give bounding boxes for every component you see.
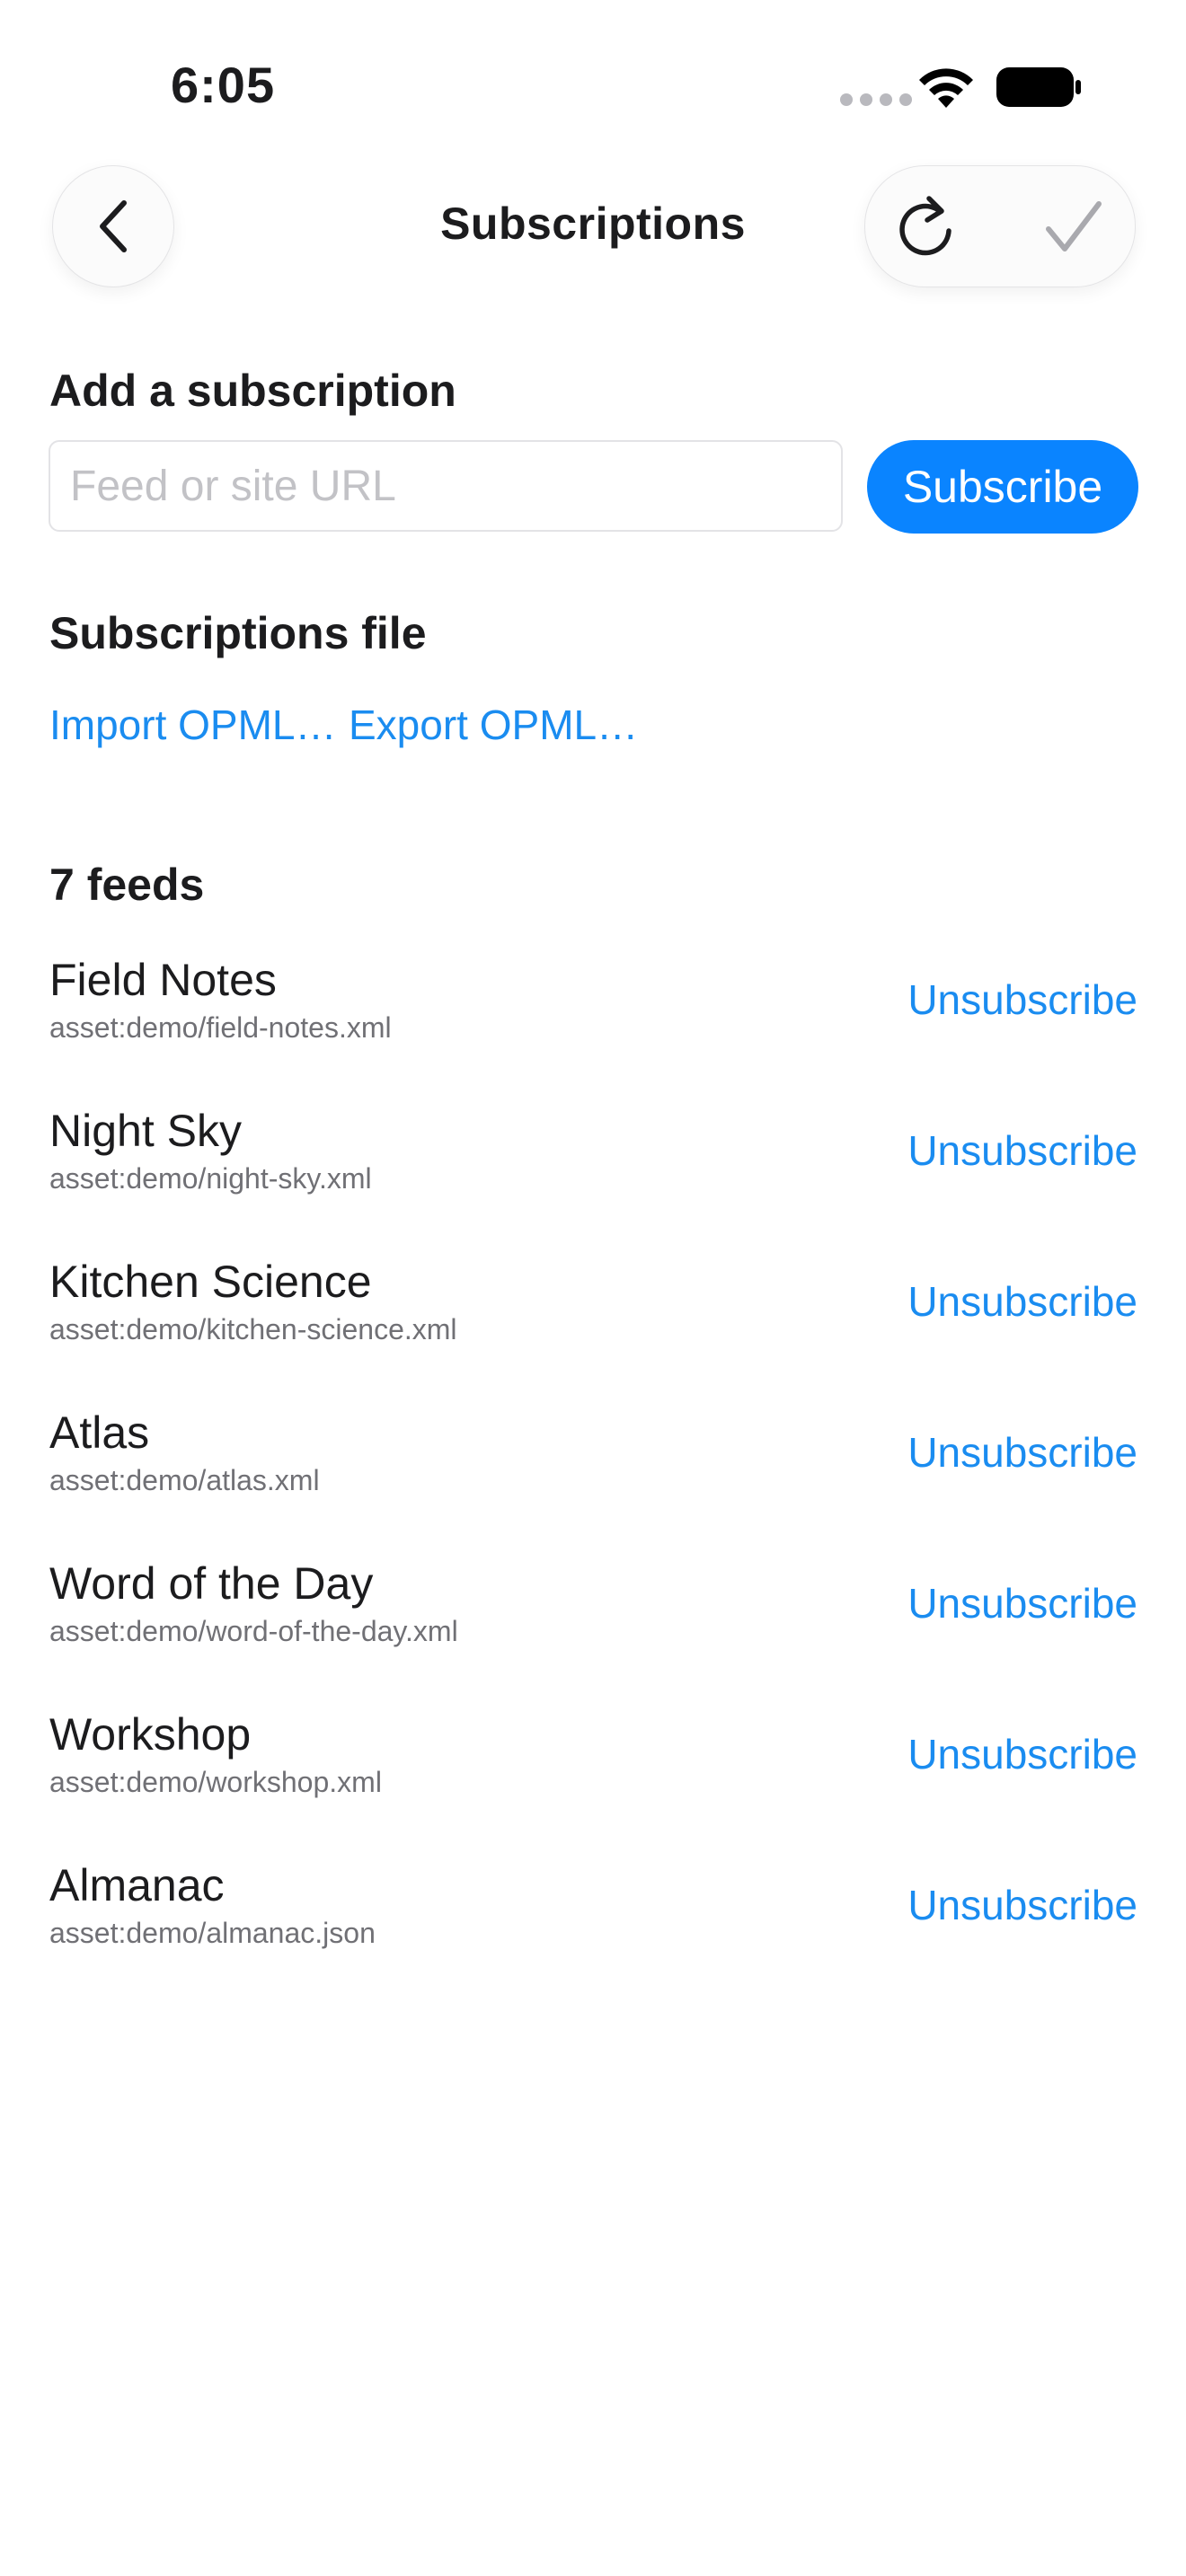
cellular-signal-icon <box>840 93 912 106</box>
refresh-icon <box>899 196 951 256</box>
feed-row: Night Sky asset:demo/night-sky.xml Unsub… <box>0 1105 1186 1256</box>
feed-title: Kitchen Science <box>49 1257 372 1307</box>
unsubscribe-button[interactable]: Unsubscribe <box>907 1881 1137 1929</box>
unsubscribe-button[interactable]: Unsubscribe <box>907 1277 1137 1326</box>
feed-url-input[interactable] <box>49 440 843 532</box>
wifi-icon <box>919 68 973 108</box>
status-time: 6:05 <box>171 57 276 113</box>
feed-url: asset:demo/field-notes.xml <box>49 1011 392 1044</box>
feed-row: Word of the Day asset:demo/word-of-the-d… <box>0 1557 1186 1708</box>
export-opml-link[interactable]: Export OPML… <box>349 701 638 749</box>
nav-actions <box>864 165 1136 287</box>
feed-title: Night Sky <box>49 1106 242 1156</box>
feed-title: Almanac <box>49 1860 225 1910</box>
battery-icon <box>996 67 1081 107</box>
unsubscribe-button[interactable]: Unsubscribe <box>907 1579 1137 1628</box>
feed-url: asset:demo/atlas.xml <box>49 1464 320 1496</box>
feed-title: Atlas <box>49 1407 150 1458</box>
feed-url: asset:demo/kitchen-science.xml <box>49 1313 457 1345</box>
subscriptions-file-heading: Subscriptions file <box>49 608 427 658</box>
add-subscription-heading: Add a subscription <box>49 366 456 416</box>
feed-row: Kitchen Science asset:demo/kitchen-scien… <box>0 1256 1186 1407</box>
unsubscribe-button[interactable]: Unsubscribe <box>907 1428 1137 1477</box>
feed-url: asset:demo/night-sky.xml <box>49 1162 372 1195</box>
feed-title: Field Notes <box>49 955 277 1005</box>
feed-title: Workshop <box>49 1709 252 1760</box>
unsubscribe-button[interactable]: Unsubscribe <box>907 1126 1137 1175</box>
subscribe-button[interactable]: Subscribe <box>867 440 1138 534</box>
checkmark-icon <box>1046 201 1102 251</box>
feed-title: Word of the Day <box>49 1558 374 1609</box>
feed-url: asset:demo/almanac.json <box>49 1917 376 1949</box>
done-button[interactable] <box>1040 193 1108 261</box>
feed-row: Field Notes asset:demo/field-notes.xml U… <box>0 954 1186 1105</box>
refresh-button[interactable] <box>892 193 960 261</box>
import-opml-link[interactable]: Import OPML… <box>49 701 337 749</box>
feed-row: Atlas asset:demo/atlas.xml Unsubscribe <box>0 1407 1186 1557</box>
unsubscribe-button[interactable]: Unsubscribe <box>907 1730 1137 1778</box>
feed-url: asset:demo/word-of-the-day.xml <box>49 1615 458 1647</box>
feed-url: asset:demo/workshop.xml <box>49 1766 382 1798</box>
feed-row: Workshop asset:demo/workshop.xml Unsubsc… <box>0 1708 1186 1859</box>
feed-row: Almanac asset:demo/almanac.json Unsubscr… <box>0 1859 1186 2010</box>
feeds-count-heading: 7 feeds <box>49 860 205 910</box>
unsubscribe-button[interactable]: Unsubscribe <box>907 975 1137 1024</box>
